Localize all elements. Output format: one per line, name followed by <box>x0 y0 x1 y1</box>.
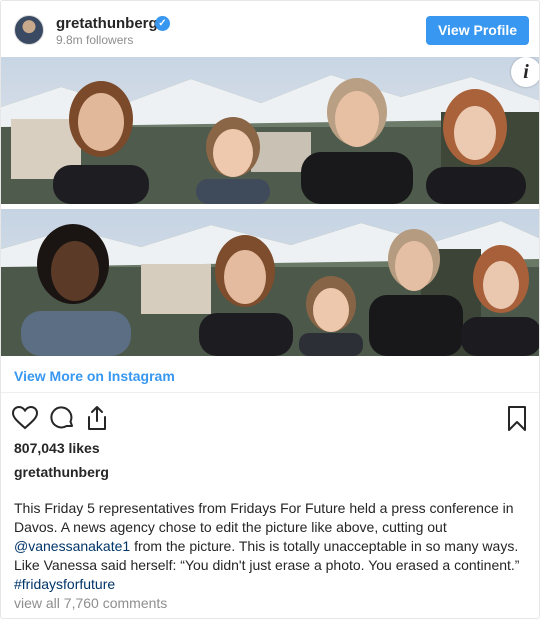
share-icon[interactable] <box>83 404 111 432</box>
mention-link[interactable]: @vanessanakate1 <box>14 538 130 554</box>
verified-badge-icon: ✓ <box>155 16 170 31</box>
username[interactable]: gretathunberg <box>56 15 158 32</box>
photo-cropped <box>1 57 539 204</box>
follower-count: 9.8m followers <box>56 33 134 47</box>
comment-icon[interactable] <box>48 404 76 432</box>
photo-cropped-image <box>1 57 539 204</box>
post-author[interactable]: gretathunberg <box>14 464 109 480</box>
photo-original-image <box>1 209 539 356</box>
avatar[interactable] <box>14 15 44 45</box>
heart-icon[interactable] <box>11 404 39 432</box>
like-count[interactable]: 807,043 likes <box>14 440 100 456</box>
bookmark-icon[interactable] <box>503 404 531 432</box>
post-caption: This Friday 5 representatives from Frida… <box>14 499 532 594</box>
post-header: gretathunberg ✓ 9.8m followers View Prof… <box>1 1 539 57</box>
hashtag-link[interactable]: #fridaysforfuture <box>14 576 115 592</box>
view-comments-link[interactable]: view all 7,760 comments <box>14 595 167 611</box>
instagram-embed-card: gretathunberg ✓ 9.8m followers View Prof… <box>0 0 540 619</box>
view-more-link[interactable]: View More on Instagram <box>14 368 175 384</box>
photo-original <box>1 209 539 356</box>
info-icon[interactable]: i <box>511 57 539 87</box>
caption-text: This Friday 5 representatives from Frida… <box>14 500 514 535</box>
view-profile-button[interactable]: View Profile <box>426 16 529 45</box>
post-media[interactable]: i <box>1 57 539 356</box>
divider <box>1 392 539 393</box>
